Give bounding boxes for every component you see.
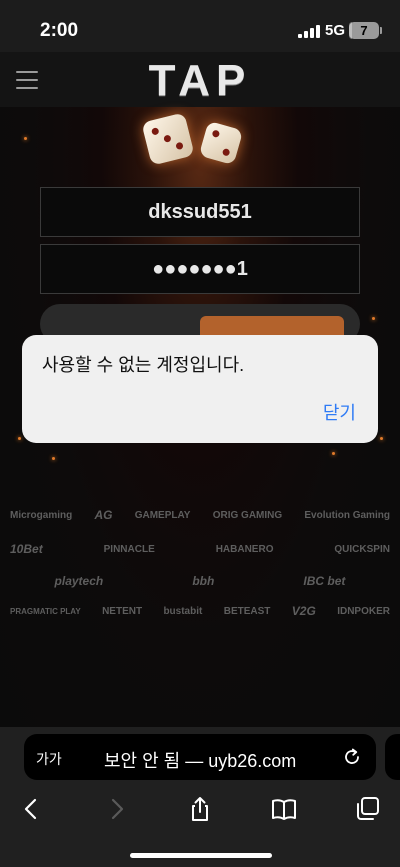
battery-level <box>349 22 352 39</box>
address-bar[interactable]: 가가 보안 안 됨 — uyb26.com <box>24 734 376 780</box>
provider-row: PRAGMATIC PLAY NETENT bustabit BETEAST V… <box>10 604 390 618</box>
next-tab-address-bar[interactable] <box>385 734 400 780</box>
provider-logo: PINNACLE <box>103 543 155 555</box>
dice-icon <box>198 120 244 166</box>
provider-logo: AG <box>94 508 113 522</box>
provider-logo: IDNPOKER <box>337 605 390 617</box>
home-indicator[interactable] <box>130 853 272 858</box>
provider-logo: BETEAST <box>223 605 271 617</box>
network-type: 5G <box>325 22 346 39</box>
provider-logo: GAMEPLAY <box>134 509 191 521</box>
battery-nub <box>380 27 382 34</box>
provider-logo: Microgaming <box>10 509 73 521</box>
ember-particle <box>18 437 21 440</box>
provider-logo: V2G <box>291 604 316 618</box>
status-bar: 2:00 5G 7 <box>0 0 400 52</box>
provider-logo: ORIG GAMING <box>212 509 283 521</box>
provider-logo: IBC bet <box>303 574 346 588</box>
provider-logo: QUICKSPIN <box>334 543 390 555</box>
ember-particle <box>380 437 383 440</box>
forward-icon[interactable] <box>102 795 130 823</box>
battery-icon: 7 <box>349 22 379 39</box>
share-icon[interactable] <box>186 795 214 823</box>
reload-icon[interactable] <box>340 745 364 769</box>
signal-strength-icon <box>298 25 320 38</box>
alert-message: 사용할 수 없는 계정입니다. <box>42 355 245 375</box>
site-header: TAP <box>0 52 400 107</box>
text-size-button[interactable]: 가가 <box>36 749 62 769</box>
status-time: 2:00 <box>40 20 79 41</box>
dice-icon <box>141 112 195 166</box>
provider-logo: 10Bet <box>10 542 43 556</box>
provider-row: playtech bbh IBC bet <box>10 574 390 588</box>
back-icon[interactable] <box>18 795 46 823</box>
provider-logo: playtech <box>54 574 104 588</box>
ember-particle <box>332 452 335 455</box>
provider-logo: NETENT <box>102 605 143 617</box>
provider-logo: PRAGMATIC PLAY <box>10 606 81 616</box>
provider-logo: HABANERO <box>215 543 274 555</box>
ember-particle <box>24 137 27 140</box>
url-text[interactable]: 보안 안 됨 — uyb26.com <box>104 747 296 773</box>
provider-row: 10Bet PINNACLE HABANERO QUICKSPIN <box>10 542 390 556</box>
site-logo: TAP <box>148 56 252 105</box>
battery-percent: 7 <box>360 23 368 38</box>
browser-toolbar <box>0 789 400 829</box>
password-field[interactable]: ●●●●●●●1 <box>40 244 360 294</box>
browser-bottom-bar: 가가 보안 안 됨 — uyb26.com <box>0 727 400 867</box>
username-field[interactable]: dkssud551 <box>40 187 360 237</box>
provider-logo: bustabit <box>163 605 203 617</box>
ember-particle <box>372 317 375 320</box>
alert-close-button[interactable]: 닫기 <box>323 399 356 425</box>
alert-dialog: 사용할 수 없는 계정입니다. 닫기 <box>22 335 378 443</box>
ember-particle <box>52 457 55 460</box>
provider-row: Microgaming AG GAMEPLAY ORIG GAMING Evol… <box>10 508 390 522</box>
bookmarks-icon[interactable] <box>270 795 298 823</box>
tabs-icon[interactable] <box>354 795 382 823</box>
provider-logo: bbh <box>192 574 215 588</box>
provider-logo: Evolution Gaming <box>304 509 390 521</box>
